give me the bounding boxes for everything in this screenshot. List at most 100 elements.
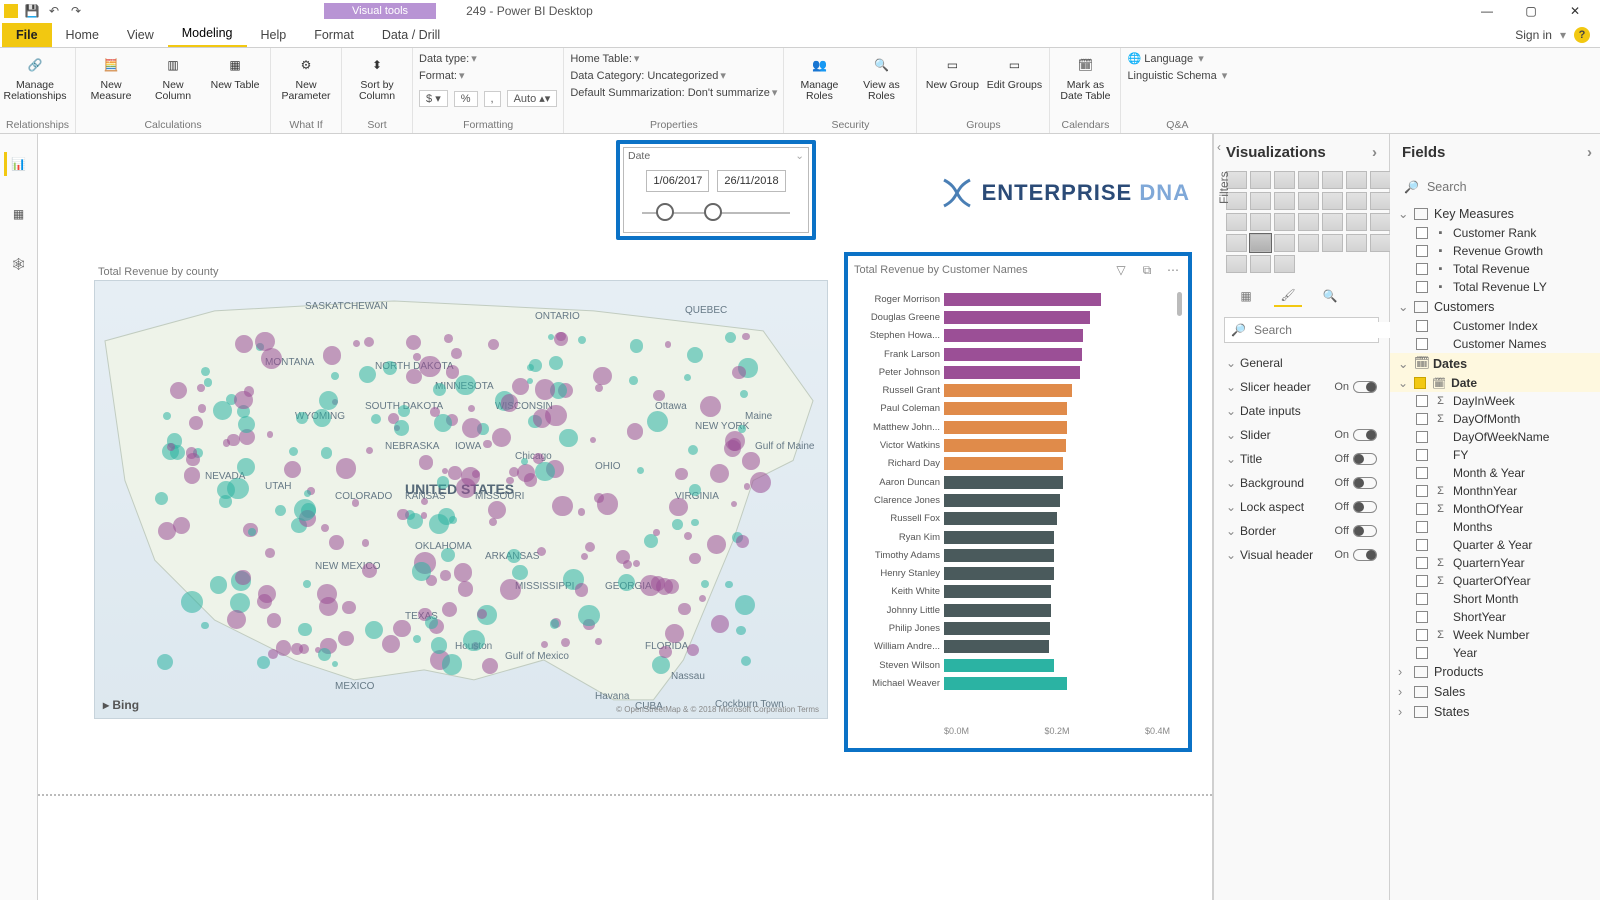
field-monthnyear[interactable]: ΣMonthnYear — [1390, 482, 1600, 500]
focus-mode-icon[interactable]: ⧉ — [1138, 262, 1156, 278]
format-section-general[interactable]: ⌄General — [1214, 351, 1389, 375]
viz-type-1[interactable] — [1250, 171, 1271, 189]
report-canvas[interactable]: Date⌄ 1/06/2017 26/11/2018 ENTERPRISE DN… — [38, 134, 1212, 900]
field-quarternyear[interactable]: ΣQuarternYear — [1390, 554, 1600, 572]
format-section-border[interactable]: ⌄BorderOff — [1214, 519, 1389, 543]
viz-type-12[interactable] — [1346, 192, 1367, 210]
fields-search-input[interactable] — [1425, 179, 1590, 195]
data-view-button[interactable]: ▦ — [7, 202, 31, 226]
manage-relationships-button[interactable]: 🔗Manage Relationships — [6, 50, 64, 102]
viz-type-15[interactable] — [1250, 213, 1271, 231]
field-customer-index[interactable]: Customer Index — [1390, 317, 1600, 335]
minimize-icon[interactable]: — — [1472, 2, 1502, 20]
field-months[interactable]: Months — [1390, 518, 1600, 536]
tab-home[interactable]: Home — [52, 23, 113, 47]
viz-type-9[interactable] — [1274, 192, 1295, 210]
field-fy[interactable]: FY — [1390, 446, 1600, 464]
tab-view[interactable]: View — [113, 23, 168, 47]
slider-thumb-to[interactable] — [704, 203, 722, 221]
new-column-button[interactable]: ▥New Column — [144, 50, 202, 102]
field-total-revenue[interactable]: ▪Total Revenue — [1390, 260, 1600, 278]
field-customer-rank[interactable]: ▪Customer Rank — [1390, 224, 1600, 242]
edit-groups-button[interactable]: ▭Edit Groups — [985, 50, 1043, 91]
field-dayinweek[interactable]: ΣDayInWeek — [1390, 392, 1600, 410]
thousands-button[interactable]: , — [484, 91, 501, 107]
language-dropdown[interactable]: 🌐 Language ▾ — [1127, 52, 1227, 65]
tab-data-drill[interactable]: Data / Drill — [368, 23, 454, 47]
slicer-slider[interactable] — [642, 212, 790, 214]
viz-type-20[interactable] — [1370, 213, 1391, 231]
close-icon[interactable]: ✕ — [1560, 2, 1590, 20]
more-options-icon[interactable]: ⋯ — [1164, 262, 1182, 278]
currency-button[interactable]: $ ▾ — [419, 90, 448, 107]
viz-type-27[interactable] — [1370, 234, 1391, 252]
viz-type-2[interactable] — [1274, 171, 1295, 189]
field-quarter-year[interactable]: Quarter & Year — [1390, 536, 1600, 554]
table-customers[interactable]: ⌄Customers — [1390, 296, 1600, 317]
sort-by-column-button[interactable]: ⬍Sort by Column — [348, 50, 406, 102]
viz-type-8[interactable] — [1250, 192, 1271, 210]
help-badge-icon[interactable]: ? — [1574, 27, 1590, 43]
mark-as-date-table-button[interactable]: 🗓Mark as Date Table — [1056, 50, 1114, 102]
field-week-number[interactable]: ΣWeek Number — [1390, 626, 1600, 644]
filter-icon[interactable]: ▽ — [1112, 262, 1130, 278]
format-well-icon[interactable]: 🖌 — [1274, 285, 1302, 307]
fields-search[interactable]: 🔎 — [1400, 175, 1594, 199]
viz-type-26[interactable] — [1346, 234, 1367, 252]
report-view-button[interactable]: 📊 — [4, 152, 28, 176]
format-search[interactable]: 🔎 — [1224, 317, 1379, 343]
field-dayofmonth[interactable]: ΣDayOfMonth — [1390, 410, 1600, 428]
maximize-icon[interactable]: ▢ — [1516, 2, 1546, 20]
fields-well-icon[interactable]: ▦ — [1232, 285, 1260, 307]
table-dates[interactable]: ⌄🗓Dates — [1390, 353, 1600, 374]
chart-scrollbar[interactable] — [1177, 292, 1182, 316]
viz-type-29[interactable] — [1250, 255, 1271, 273]
field-customer-names[interactable]: Customer Names — [1390, 335, 1600, 353]
tab-format[interactable]: Format — [300, 23, 368, 47]
viz-type-25[interactable] — [1322, 234, 1343, 252]
linguistic-schema-dropdown[interactable]: Linguistic Schema ▾ — [1127, 69, 1227, 82]
tab-file[interactable]: File — [2, 23, 52, 47]
field-date[interactable]: ⌄🗓Date — [1390, 374, 1600, 392]
format-search-input[interactable] — [1252, 322, 1411, 338]
format-section-slider[interactable]: ⌄SliderOn — [1214, 423, 1389, 447]
format-section-lock-aspect[interactable]: ⌄Lock aspectOff — [1214, 495, 1389, 519]
date-slicer[interactable]: Date⌄ 1/06/2017 26/11/2018 — [616, 140, 816, 240]
redo-icon[interactable]: ↷ — [68, 3, 84, 19]
tab-modeling[interactable]: Modeling — [168, 21, 247, 47]
viz-type-5[interactable] — [1346, 171, 1367, 189]
viz-type-13[interactable] — [1370, 192, 1391, 210]
field-short-month[interactable]: Short Month — [1390, 590, 1600, 608]
bar-chart-visual[interactable]: Total Revenue by Customer Names ▽ ⧉ ⋯ Ro… — [844, 252, 1192, 752]
table-products[interactable]: ›Products — [1390, 662, 1600, 682]
viz-type-6[interactable] — [1370, 171, 1391, 189]
new-group-button[interactable]: ▭New Group — [923, 50, 981, 91]
slicer-from-input[interactable]: 1/06/2017 — [646, 170, 709, 192]
viz-type-30[interactable] — [1274, 255, 1295, 273]
table-sales[interactable]: ›Sales — [1390, 682, 1600, 702]
new-measure-button[interactable]: 🧮New Measure — [82, 50, 140, 102]
viz-type-17[interactable] — [1298, 213, 1319, 231]
viz-type-14[interactable] — [1226, 213, 1247, 231]
viz-type-4[interactable] — [1322, 171, 1343, 189]
field-quarterofyear[interactable]: ΣQuarterOfYear — [1390, 572, 1600, 590]
model-view-button[interactable]: 🕸 — [7, 252, 31, 276]
analytics-well-icon[interactable]: 🔍 — [1316, 285, 1344, 307]
viz-type-22[interactable] — [1250, 234, 1271, 252]
sign-in-link[interactable]: Sign in — [1515, 28, 1552, 42]
data-category-dropdown[interactable]: Data Category: Uncategorized▾ — [570, 69, 777, 82]
save-icon[interactable]: 💾 — [24, 3, 40, 19]
new-parameter-button[interactable]: ⚙New Parameter — [277, 50, 335, 102]
collapse-fields-icon[interactable]: › — [1587, 144, 1592, 161]
map-visual[interactable]: Total Revenue by county SASKATCHEWANONTA… — [94, 264, 828, 719]
viz-type-18[interactable] — [1322, 213, 1343, 231]
table-states[interactable]: ›States — [1390, 702, 1600, 722]
viz-type-19[interactable] — [1346, 213, 1367, 231]
data-type-dropdown[interactable]: Data type:▾ — [419, 52, 557, 65]
home-table-dropdown[interactable]: Home Table:▾ — [570, 52, 777, 65]
format-section-visual-header[interactable]: ⌄Visual headerOn — [1214, 543, 1389, 567]
tab-help[interactable]: Help — [247, 23, 301, 47]
viz-type-21[interactable] — [1226, 234, 1247, 252]
undo-icon[interactable]: ↶ — [46, 3, 62, 19]
viz-type-24[interactable] — [1298, 234, 1319, 252]
